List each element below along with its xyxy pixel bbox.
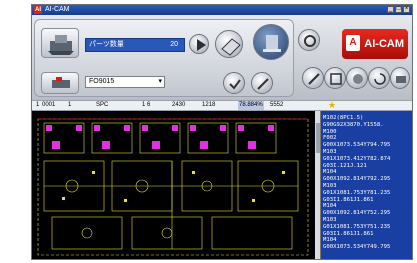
program-select-value: FO9015: [89, 78, 115, 85]
minimize-button[interactable]: _: [387, 6, 394, 13]
nc-line: F002: [323, 135, 337, 142]
layers-icon: [330, 73, 342, 85]
nc-line: G00X1073.534Y794.795: [323, 142, 391, 149]
nc-line: G03I.121J.121: [323, 162, 367, 169]
status-field-9: 5552: [270, 102, 284, 108]
app-logo: A AI-CAM: [342, 29, 408, 59]
nc-line: M104: [323, 237, 337, 244]
status-field-3: 1: [68, 102, 72, 108]
print-icon: [396, 76, 406, 83]
tool-button-4[interactable]: [368, 67, 390, 89]
sheet-icon: [221, 38, 241, 56]
gear-icon: [304, 35, 316, 47]
maximize-button[interactable]: □: [395, 6, 402, 13]
star-icon[interactable]: ★: [328, 101, 336, 110]
logo-mark-icon: A: [346, 35, 360, 51]
tool-button-5[interactable]: [390, 67, 410, 89]
cad-canvas[interactable]: [32, 111, 315, 259]
nc-line: M103: [323, 148, 337, 155]
nc-scroll-thumb[interactable]: [316, 123, 320, 153]
wrench-icon: [308, 73, 320, 85]
control-panel: パーツ数量 20 FO9015 ▾: [34, 19, 294, 97]
nc-code-list: M102(8PC1.5) G90G92X3870.Y1558. M100 F002 G0…: [323, 115, 411, 251]
cut-button[interactable]: [253, 24, 289, 60]
nc-line: G00X1073.534Y749.795: [323, 244, 391, 251]
part-quantity-label: パーツ数量: [89, 41, 124, 48]
rotate-icon: [374, 73, 386, 85]
nc-code-panel[interactable]: M102(8PC1.5) G90G92X3870.Y1558. M100 F002 G0…: [315, 111, 412, 259]
status-field-2: 0001: [42, 102, 56, 108]
check-icon: [229, 79, 241, 90]
sheet-load-button[interactable]: [215, 30, 243, 58]
disk-icon: [353, 74, 363, 84]
status-field-5: 1 6: [142, 102, 151, 108]
edit-button[interactable]: [251, 72, 273, 94]
machine-button[interactable]: [41, 28, 79, 58]
close-button[interactable]: ×: [403, 6, 410, 13]
app-icon: AI: [34, 6, 42, 14]
tool-button-3[interactable]: [346, 67, 368, 89]
nc-line: G03I1.861J1.861: [323, 196, 374, 203]
nc-scrollbar[interactable]: [315, 111, 321, 259]
status-field-6: 2430: [172, 102, 186, 108]
status-field-1: 1: [36, 102, 40, 108]
part-quantity-field[interactable]: パーツ数量 20: [85, 38, 185, 52]
status-field-7: 1218: [202, 102, 216, 108]
nc-line: M104: [323, 203, 337, 210]
toolbar: パーツ数量 20 FO9015 ▾ A AI-CAM: [32, 15, 412, 100]
play-icon: [197, 39, 206, 51]
status-bar: 1 0001 1 SPC 1 6 2430 1218 78.884% 5552 …: [32, 100, 412, 111]
nc-line: G01X1081.753Y751.235: [323, 223, 391, 230]
program-button[interactable]: [41, 72, 79, 94]
part-quantity-value: 20: [170, 41, 178, 48]
title-bar: AI AI-CAM _ □ ×: [32, 5, 412, 15]
nc-line: G01X1081.753Y781.235: [323, 189, 391, 196]
logo-text: AI-CAM: [364, 38, 404, 50]
settings-button[interactable]: [298, 29, 320, 51]
status-field-8: 78.884%: [238, 101, 264, 110]
window-title: AI-CAM: [45, 6, 70, 13]
nesting-drawing: [37, 118, 309, 256]
chevron-down-icon: ▾: [158, 78, 162, 85]
main-window: AI AI-CAM _ □ × パーツ数量 20 FO9015 ▾ A AI-C…: [31, 4, 413, 260]
nc-line: G90G92X3870.Y1558.: [323, 121, 384, 128]
press-icon: [263, 35, 281, 52]
nc-line: M103: [323, 216, 337, 223]
nc-line: M103: [323, 182, 337, 189]
program-select[interactable]: FO9015 ▾: [85, 76, 165, 88]
nc-line: M102(8PC1.5): [323, 115, 364, 121]
nc-line: G01X1073.412Y782.874: [323, 155, 391, 162]
play-button[interactable]: [189, 34, 209, 54]
nc-line: M104: [323, 169, 337, 176]
nc-line: G00X1092.814Y792.295: [323, 176, 391, 183]
tool-button-1[interactable]: [302, 67, 324, 89]
pencil-icon: [257, 78, 269, 90]
nc-line: M100: [323, 128, 337, 135]
nc-line: G03I1.861J1.861: [323, 230, 374, 237]
tool-icon: [52, 77, 70, 88]
status-field-4: SPC: [96, 102, 109, 108]
punch-machine-icon: [48, 35, 74, 55]
check-button[interactable]: [223, 72, 245, 94]
nc-line: G00X1092.814Y752.295: [323, 210, 391, 217]
tool-button-2[interactable]: [324, 67, 346, 89]
